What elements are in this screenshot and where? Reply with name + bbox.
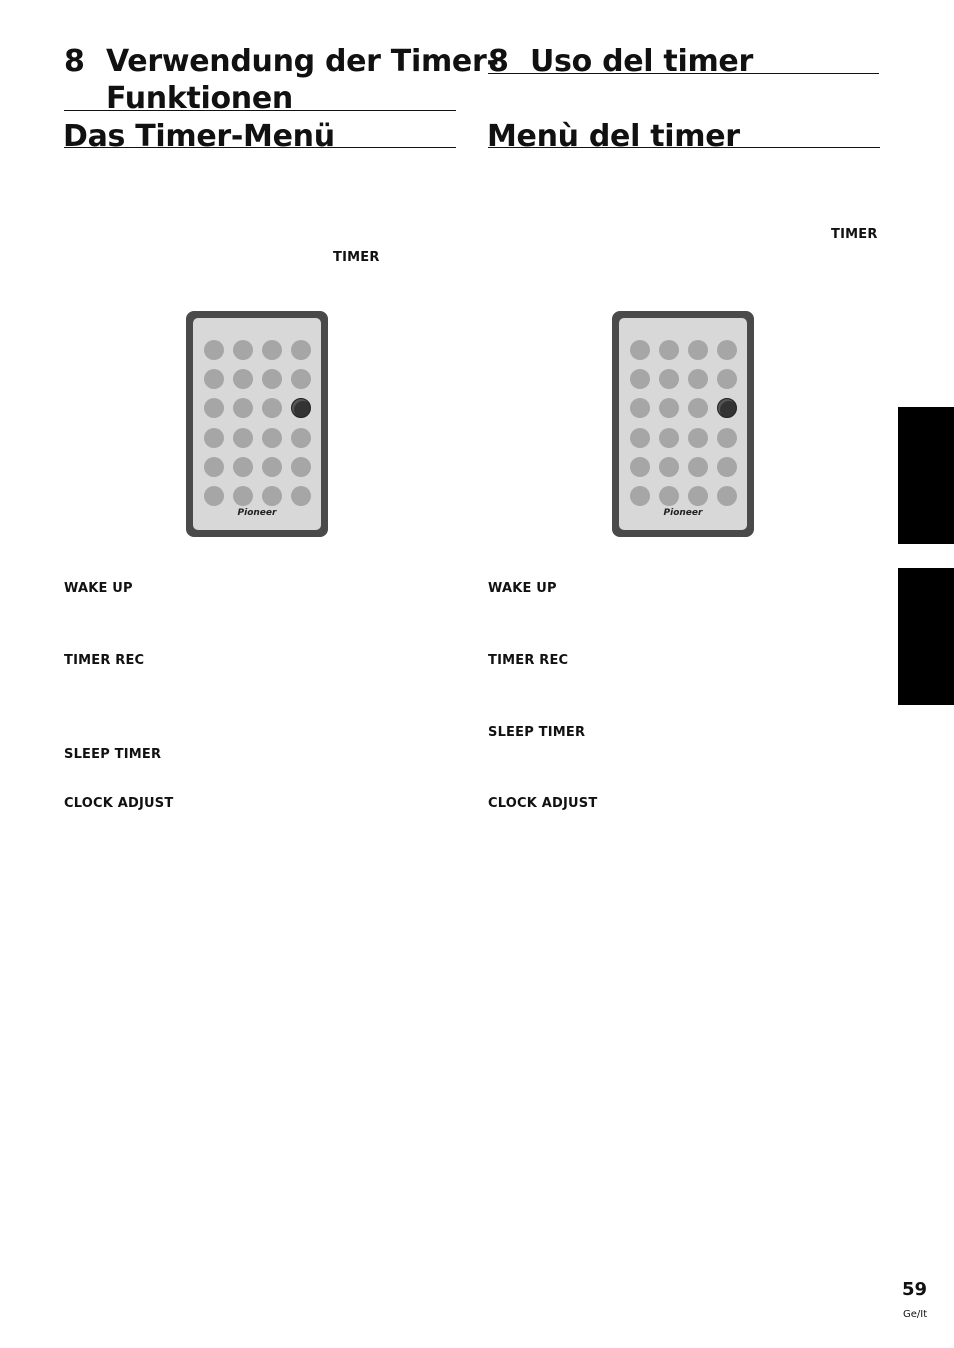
item-timer-rec: TIMER REC	[64, 653, 145, 668]
language-code: Ge/It	[903, 1309, 928, 1320]
remote-button	[204, 369, 224, 389]
timer-button-highlighted	[291, 398, 311, 418]
chapter-title-line2: Funktionen	[106, 81, 293, 116]
remote-button	[291, 486, 311, 506]
chapter-heading-it: 8 Uso del timer	[488, 43, 753, 80]
item-clock-adjust: CLOCK ADJUST	[488, 796, 598, 811]
remote-button	[659, 340, 679, 360]
remote-button	[717, 369, 737, 389]
remote-face: Pioneer	[619, 318, 747, 530]
pioneer-logo: Pioneer	[663, 508, 703, 518]
heading-rule	[64, 110, 456, 111]
remote-button	[262, 398, 282, 418]
remote-button	[233, 428, 253, 448]
chapter-number: 8	[64, 44, 85, 79]
chapter-title-line1: Verwendung der Timer-	[106, 44, 499, 79]
remote-button	[630, 428, 650, 448]
remote-button	[630, 340, 650, 360]
remote-button	[262, 340, 282, 360]
remote-control-illustration: Pioneer	[612, 311, 754, 537]
remote-button	[717, 428, 737, 448]
item-sleep-timer: SLEEP TIMER	[64, 747, 162, 762]
remote-button	[717, 486, 737, 506]
remote-button	[688, 428, 708, 448]
remote-button	[688, 398, 708, 418]
item-wake-up: WAKE UP	[64, 581, 133, 596]
remote-button	[262, 428, 282, 448]
remote-button	[688, 457, 708, 477]
remote-button	[262, 369, 282, 389]
remote-button	[659, 398, 679, 418]
remote-button	[233, 457, 253, 477]
remote-button	[630, 457, 650, 477]
timer-button-reference: TIMER	[333, 250, 380, 265]
section-title-de: Das Timer-Menü	[63, 119, 335, 154]
item-wake-up: WAKE UP	[488, 581, 557, 596]
remote-button	[659, 428, 679, 448]
language-tab-italian	[898, 568, 954, 705]
remote-button	[630, 369, 650, 389]
remote-button	[291, 457, 311, 477]
section-rule	[488, 147, 880, 148]
remote-button	[291, 428, 311, 448]
remote-button	[291, 369, 311, 389]
pioneer-logo: Pioneer	[237, 508, 277, 518]
page-number: 59	[902, 1279, 928, 1300]
remote-button	[204, 428, 224, 448]
remote-button	[233, 486, 253, 506]
remote-button	[291, 340, 311, 360]
remote-button	[262, 457, 282, 477]
remote-button	[233, 369, 253, 389]
remote-button	[717, 340, 737, 360]
section-rule	[64, 147, 456, 148]
remote-button	[688, 369, 708, 389]
remote-button	[688, 486, 708, 506]
remote-button	[204, 486, 224, 506]
timer-button-reference: TIMER	[831, 227, 878, 242]
heading-rule	[488, 73, 879, 74]
remote-button	[659, 486, 679, 506]
timer-button-highlighted	[717, 398, 737, 418]
chapter-heading-de: 8 Verwendung der Timer-	[64, 43, 499, 80]
remote-button	[630, 398, 650, 418]
remote-face: Pioneer	[193, 318, 321, 530]
remote-button	[233, 398, 253, 418]
remote-button	[688, 340, 708, 360]
remote-button	[717, 457, 737, 477]
remote-button	[262, 486, 282, 506]
language-tab-german	[898, 407, 954, 544]
item-timer-rec: TIMER REC	[488, 653, 569, 668]
remote-button	[630, 486, 650, 506]
remote-button	[204, 457, 224, 477]
remote-control-illustration: Pioneer	[186, 311, 328, 537]
section-title-it: Menù del timer	[487, 119, 740, 154]
item-sleep-timer: SLEEP TIMER	[488, 725, 586, 740]
chapter-number: 8	[488, 44, 509, 79]
remote-button	[204, 340, 224, 360]
remote-button	[233, 340, 253, 360]
remote-button	[659, 369, 679, 389]
remote-button	[204, 398, 224, 418]
item-clock-adjust: CLOCK ADJUST	[64, 796, 174, 811]
remote-button	[659, 457, 679, 477]
